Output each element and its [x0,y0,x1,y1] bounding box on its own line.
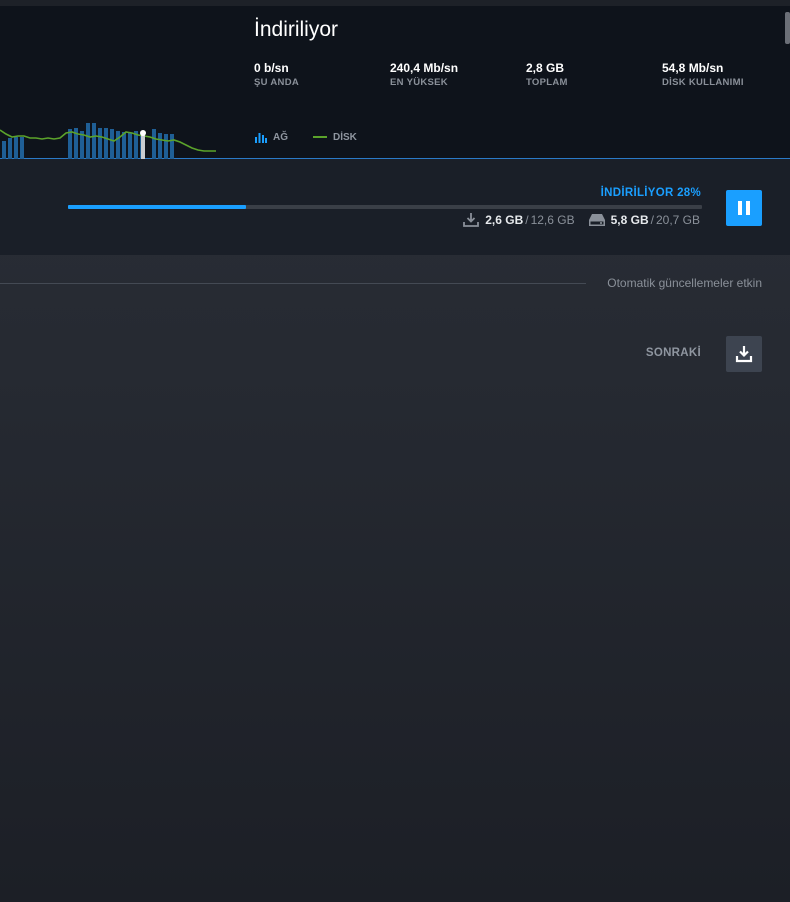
stat-label: DİSK KULLANIMI [662,77,744,88]
download-sizes: 2,6 GB / 12,6 GB 5,8 GB / 20,7 GB [463,213,700,227]
legend-network[interactable]: AĞ [255,131,288,143]
network-bar [2,141,6,159]
stat-disk-usage: 54,8 Mb/sn DİSK KULLANIMI [662,61,744,89]
next-download-button[interactable] [726,336,762,372]
stat-value: 2,8 GB [526,61,565,75]
legend-disk[interactable]: DİSK [313,131,357,143]
download-total-size: 12,6 GB [530,213,575,227]
line-icon [313,136,327,138]
auto-updates-text: Otomatik güncellemeler etkin [607,276,762,290]
pause-icon [738,201,742,215]
network-bar [14,137,18,159]
network-bar [158,133,162,159]
stat-peak: 240,4 Mb/sn EN YÜKSEK [390,61,458,89]
stat-current: 0 b/sn ŞU ANDA [254,61,299,89]
size-separator: / [650,213,654,227]
stat-value: 0 b/sn [254,61,289,75]
network-bar [8,138,12,159]
pause-icon [746,201,750,215]
stat-total: 2,8 GB TOPLAM [526,61,568,89]
bar-chart-icon [255,133,267,143]
hard-drive-icon [588,214,605,226]
legend-disk-label: DİSK [333,131,357,143]
download-progress-bar [68,205,702,209]
disk-total-size: 20,7 GB [655,213,700,227]
download-icon [735,346,753,363]
network-bar [104,128,108,159]
graph-cursor [141,133,145,159]
bandwidth-graph [0,123,216,159]
network-bar [164,134,168,159]
section-divider [0,283,586,284]
network-bar [92,123,96,159]
download-status: İNDİRİLİYOR 28% [600,187,701,199]
page-title: İndiriliyor [254,18,339,41]
network-bar [122,132,126,159]
network-bar [98,128,102,159]
network-bar [86,123,90,159]
legend-network-label: AĞ [273,131,288,143]
size-separator: / [525,213,529,227]
network-bar [170,134,174,159]
network-bar [152,129,156,159]
scrollbar-thumb[interactable] [785,12,790,44]
stat-value: 54,8 Mb/sn [662,61,724,75]
stat-label: ŞU ANDA [254,77,300,88]
network-bar [20,137,24,159]
download-icon [463,213,480,227]
network-bar [68,129,72,159]
stat-value: 240,4 Mb/sn [390,61,459,75]
disk-written-size: 5,8 GB [610,213,649,227]
graph-cursor-dot [140,130,146,136]
network-bar [128,133,132,159]
stat-label: EN YÜKSEK [390,77,448,88]
stat-label: TOPLAM [526,77,568,88]
network-bar [116,131,120,159]
downloaded-size: 2,6 GB [485,213,524,227]
download-progress-fill [68,205,246,209]
pause-button[interactable] [726,190,762,226]
next-section-title: SONRAKİ [645,347,701,359]
network-bar [110,129,114,159]
